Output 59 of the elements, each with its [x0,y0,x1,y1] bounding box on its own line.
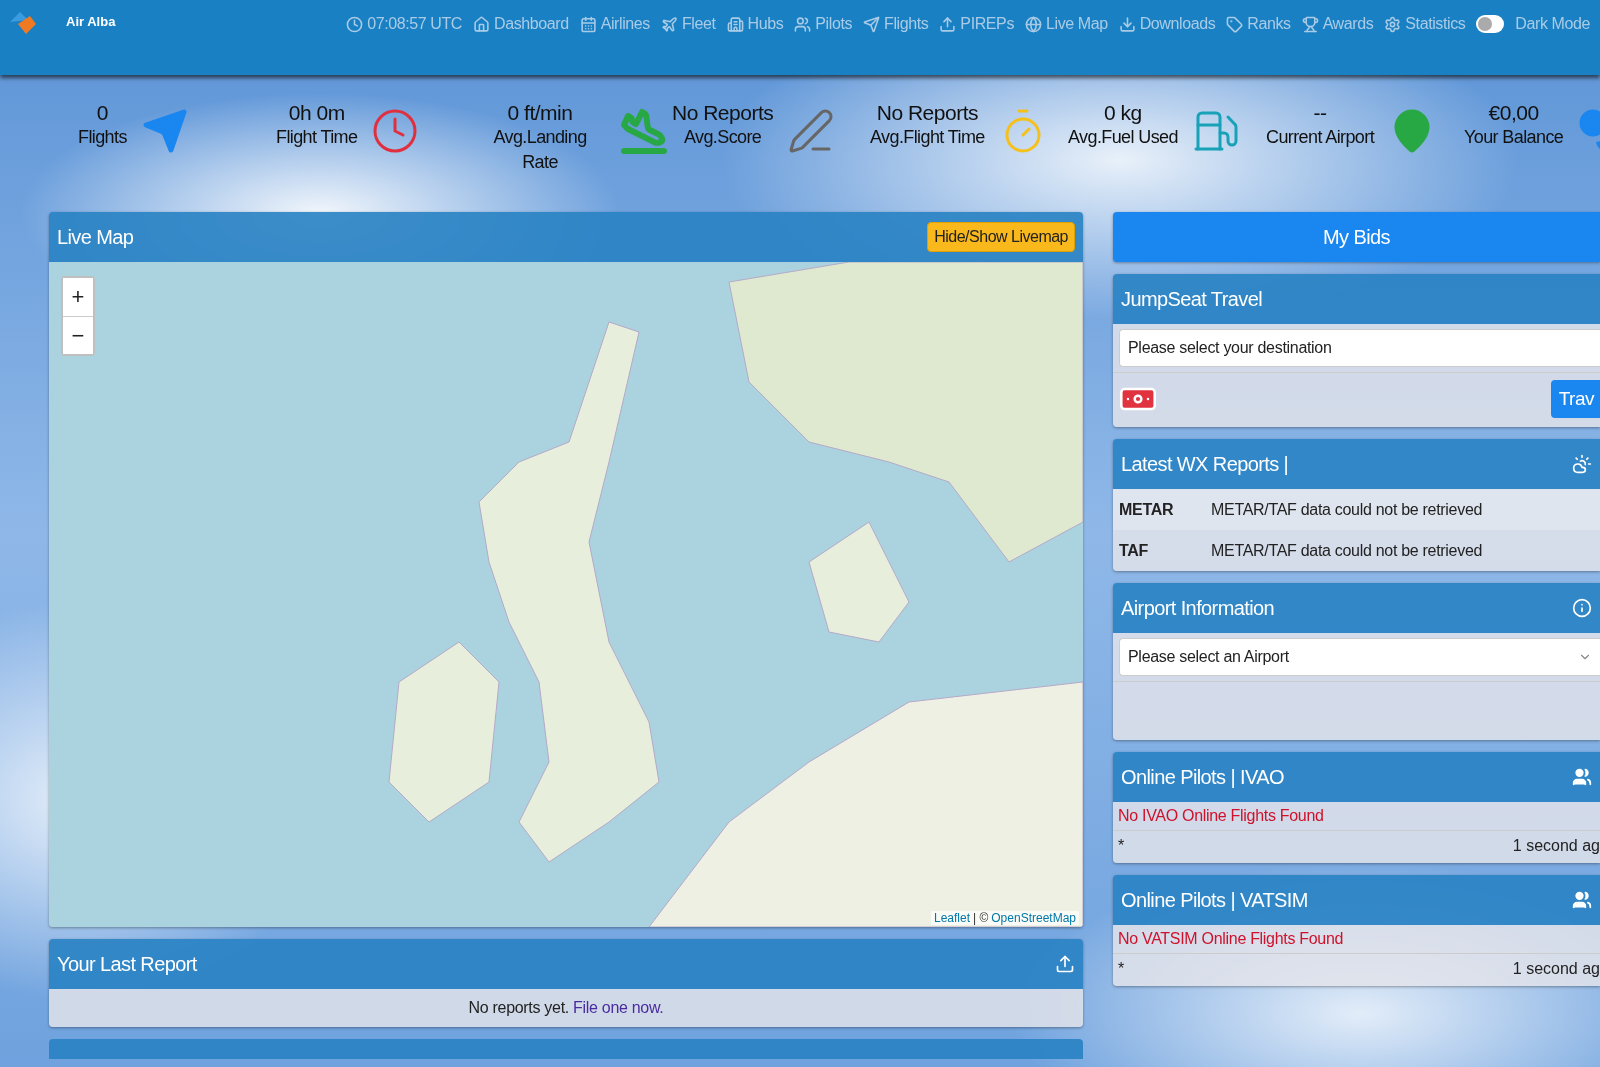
stat-value: 0 kg [1104,101,1142,125]
nav-link[interactable]: 07:08:57 UTC [346,15,462,33]
report-text: METAR/TAF data could not be retrieved [1211,541,1484,560]
nav-link[interactable]: PIREPs [939,15,1014,33]
stat-value: €0,00 [1488,101,1539,125]
panel-title: JumpSeat Travel [1121,287,1264,311]
dark-mode-label: Dark Mode [1515,15,1590,33]
footnote-mark: * [1118,960,1125,978]
stat-label: Avg.Landing Rate [492,126,588,174]
panel-title: Online Pilots | VATSIM [1121,888,1309,912]
destination-select[interactable]: Please select your destination [1119,329,1600,367]
nav-link[interactable]: Live Map [1025,15,1108,33]
stat-label: Your Balance [1464,126,1564,149]
stat-label: Flight Time [276,126,358,149]
toggle-livemap-button[interactable]: Hide/Show Livemap [927,222,1075,252]
stat-value: 0h 0m [288,101,345,125]
my-bids-button[interactable]: My Bids [1113,212,1600,262]
stat-label: Avg.Fuel Used [1068,126,1178,149]
stat-label: Avg.Flight Time [870,126,985,149]
airport-select[interactable]: Please select an Airport [1119,638,1600,676]
nav-link[interactable]: Ranks [1226,15,1291,33]
panel-title: Airport Information [1121,596,1276,620]
brand-name[interactable]: Air Alba [66,14,116,29]
stat-label: Avg.Score [683,126,762,149]
update-time: 1 second ag [1512,960,1600,978]
nav-link[interactable]: Flights [863,15,929,33]
attribution-text: | © [973,911,989,925]
travel-button[interactable]: Trav [1550,380,1600,418]
no-flights-message: No IVAO Online Flights Found [1113,802,1600,831]
panel-title: Live Map [57,225,135,249]
report-type: TAF [1119,541,1149,560]
nav-link[interactable]: Dashboard [473,15,569,33]
panel-title: Your Last Report [57,952,198,976]
update-time: 1 second ag [1512,837,1600,855]
stat-label: Current Airport [1266,126,1375,149]
nav-link[interactable]: Airlines [579,15,650,33]
file-report-link[interactable]: File one now. [573,999,664,1016]
stat-value: No Reports [876,101,978,125]
report-text: METAR/TAF data could not be retrieved [1211,500,1484,519]
stat-value: -- [1313,101,1327,125]
report-type: METAR [1119,500,1175,519]
panel-title: Latest WX Reports | [1121,452,1290,476]
nav-link[interactable]: Pilots [794,15,853,33]
nav-link[interactable]: Hubs [726,15,784,33]
nav-link[interactable]: Downloads [1118,15,1216,33]
footnote-mark: * [1118,837,1125,855]
panel-title: Online Pilots | IVAO [1121,765,1285,789]
stat-value: 0 ft/min [507,101,573,125]
stat-value: No Reports [672,101,774,125]
stat-value: 0 [96,101,108,125]
empty-reports-message: No reports yet. File one now. [467,998,665,1018]
nav-link[interactable]: Statistics [1384,15,1466,33]
openstreetmap-link[interactable]: OpenStreetMap [991,911,1076,925]
stat-label: Flights [78,126,127,149]
nav-link[interactable]: Awards [1301,15,1374,33]
leaflet-link[interactable]: Leaflet [933,911,970,925]
nav-link[interactable]: Fleet [660,15,716,33]
zoom-out-button[interactable]: − [63,316,93,354]
no-flights-message: No VATSIM Online Flights Found [1113,925,1600,954]
